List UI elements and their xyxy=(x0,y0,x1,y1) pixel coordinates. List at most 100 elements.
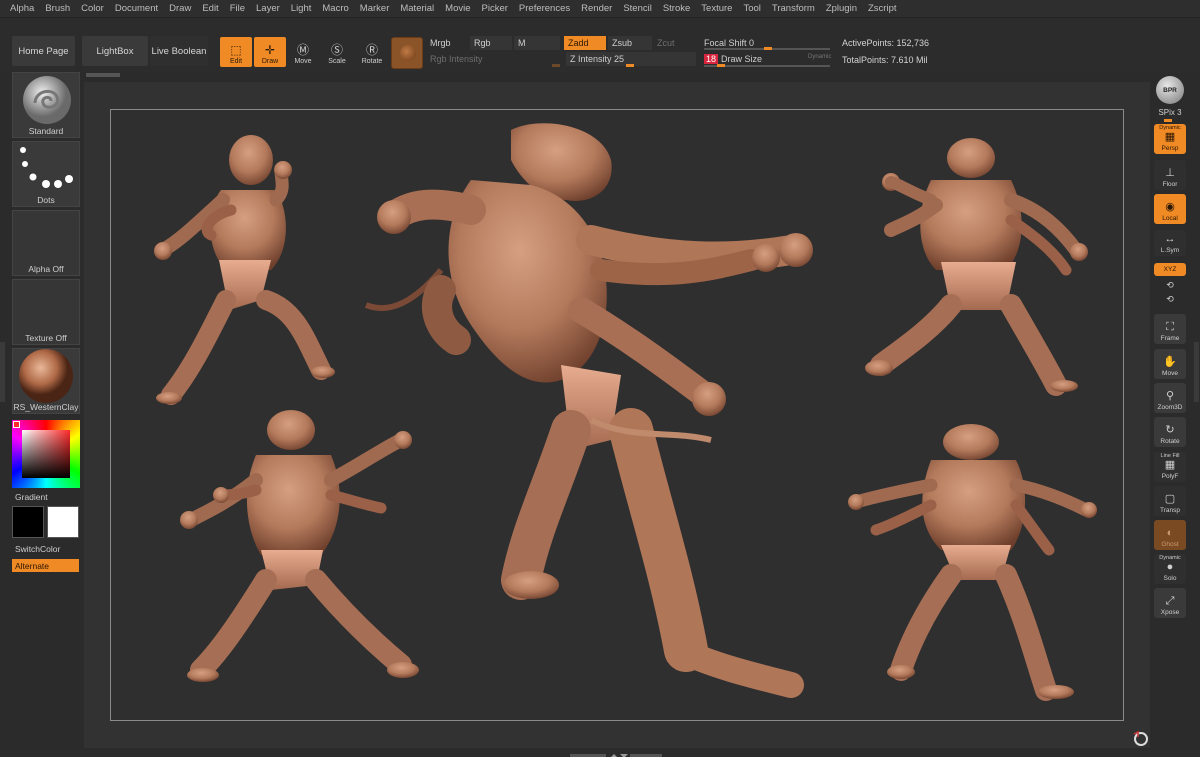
saturation-box[interactable] xyxy=(22,430,70,478)
menu-preferences[interactable]: Preferences xyxy=(519,3,570,14)
menu-texture[interactable]: Texture xyxy=(701,3,732,14)
move-view-button[interactable]: ✋ Move xyxy=(1154,349,1186,379)
dynamic-toggle[interactable]: Dynamic xyxy=(808,54,831,60)
persp-button[interactable]: Dynamic ▦ Persp xyxy=(1154,124,1186,154)
frame-button[interactable]: ⛶ Frame xyxy=(1154,314,1186,344)
focal-shift-knob[interactable] xyxy=(764,47,772,50)
menu-file[interactable]: File xyxy=(230,3,245,14)
polyf-button[interactable]: Line Fill ▦ PolyF xyxy=(1154,452,1186,482)
menu-light[interactable]: Light xyxy=(291,3,312,14)
rgb-intensity-knob[interactable] xyxy=(552,64,560,67)
menu-edit[interactable]: Edit xyxy=(202,3,218,14)
menu-layer[interactable]: Layer xyxy=(256,3,280,14)
canvas-scroll-tab[interactable] xyxy=(86,73,120,77)
solo-icon: ● xyxy=(1166,561,1174,573)
material-selector[interactable]: RS_WesternClay xyxy=(12,348,80,414)
z-intensity-knob[interactable] xyxy=(626,64,634,67)
polyframe-icon: ▦ xyxy=(1164,459,1176,471)
edit-button[interactable]: ⬚ Edit xyxy=(220,37,252,67)
material-swatch[interactable] xyxy=(391,37,423,69)
model-viewport[interactable] xyxy=(111,110,1123,720)
draw-size-knob[interactable] xyxy=(717,64,725,67)
zadd-button[interactable]: Zadd xyxy=(564,36,606,50)
zoom3d-button[interactable]: ⚲ Zoom3D xyxy=(1154,383,1186,413)
solo-button[interactable]: Dynamic ● Solo xyxy=(1154,554,1186,584)
menu-render[interactable]: Render xyxy=(581,3,612,14)
menu-zplugin[interactable]: Zplugin xyxy=(826,3,857,14)
home-page-button[interactable]: Home Page xyxy=(12,36,75,66)
menu-stencil[interactable]: Stencil xyxy=(623,3,652,14)
right-shelf: BPR SPix 3 Dynamic ▦ Persp ⊥ Floor ◉ Loc… xyxy=(1150,72,1200,757)
menu-alpha[interactable]: Alpha xyxy=(10,3,34,14)
spix-slider[interactable]: SPix 3 xyxy=(1150,108,1190,117)
move-button[interactable]: Ⓜ Move xyxy=(287,37,319,67)
rgb-button[interactable]: Rgb xyxy=(470,36,512,50)
ghost-button[interactable]: ◐ Ghost xyxy=(1154,520,1186,550)
rotate-button[interactable]: Ⓡ Rotate xyxy=(356,37,388,67)
menu-macro[interactable]: Macro xyxy=(322,3,348,14)
local-button[interactable]: ◉ Local xyxy=(1154,194,1186,224)
right-tray-handle[interactable] xyxy=(1194,342,1199,402)
stroke-selector[interactable]: Dots xyxy=(12,141,80,207)
active-points: ActivePoints: 152,736 xyxy=(842,38,930,48)
xpose-icon: ⤢ xyxy=(1165,595,1175,607)
main-color-swatch[interactable] xyxy=(47,506,79,538)
mrgb-button[interactable]: Mrgb xyxy=(426,36,468,50)
color-picker[interactable] xyxy=(12,420,80,488)
xyz-button[interactable]: XYZ xyxy=(1154,263,1186,276)
menu-draw[interactable]: Draw xyxy=(169,3,191,14)
menu-transform[interactable]: Transform xyxy=(772,3,815,14)
top-toolbar: Home Page LightBox Live Boolean ⬚ Edit ✛… xyxy=(0,18,1200,72)
hand-icon: ✋ xyxy=(1163,356,1177,368)
rotate-axis-alt-icon[interactable]: ⟲ xyxy=(1150,294,1190,305)
menu-color[interactable]: Color xyxy=(81,3,104,14)
live-boolean-button[interactable]: Live Boolean xyxy=(150,36,208,66)
menu-movie[interactable]: Movie xyxy=(445,3,470,14)
gradient-label[interactable]: Gradient xyxy=(15,492,48,502)
ghost-icon: ◐ xyxy=(1166,527,1174,539)
alpha-selector[interactable]: Alpha Off xyxy=(12,210,80,276)
spix-knob[interactable] xyxy=(1164,119,1172,122)
bpr-button[interactable]: BPR xyxy=(1156,76,1184,104)
m-button[interactable]: M xyxy=(514,36,560,50)
draw-button[interactable]: ✛ Draw xyxy=(254,37,286,67)
bottom-tray-handle[interactable] xyxy=(570,750,662,757)
transparency-icon: ▢ xyxy=(1164,493,1176,505)
menu-picker[interactable]: Picker xyxy=(482,3,508,14)
creature-figure-three-quarter[interactable] xyxy=(364,123,813,698)
menu-stroke[interactable]: Stroke xyxy=(663,3,690,14)
document-frame[interactable] xyxy=(110,109,1124,721)
zcut-button[interactable]: Zcut xyxy=(653,36,695,50)
zsub-button[interactable]: Zsub xyxy=(608,36,652,50)
standard-brush-icon xyxy=(23,76,71,124)
transp-button[interactable]: ▢ Transp xyxy=(1154,486,1186,516)
creature-figure-front[interactable] xyxy=(154,135,335,405)
creature-figure-back[interactable] xyxy=(865,138,1088,396)
menu-document[interactable]: Document xyxy=(115,3,158,14)
creature-figure-back-alt[interactable] xyxy=(848,424,1097,701)
viewport-canvas[interactable] xyxy=(84,73,1150,757)
lsym-button[interactable]: ↔ L.Sym xyxy=(1154,230,1186,256)
secondary-color-swatch[interactable] xyxy=(12,506,44,538)
left-tray-handle[interactable] xyxy=(0,342,5,402)
creature-figure-front-alt[interactable] xyxy=(180,410,419,682)
menu-brush[interactable]: Brush xyxy=(45,3,70,14)
menu-marker[interactable]: Marker xyxy=(360,3,390,14)
rgb-intensity-slider[interactable]: Rgb Intensity xyxy=(426,52,560,66)
xpose-button[interactable]: ⤢ Xpose xyxy=(1154,588,1186,618)
rotate-axis-icon[interactable]: ⟲ xyxy=(1150,280,1190,291)
rotate-view-button[interactable]: ↻ Rotate xyxy=(1154,417,1186,447)
refresh-icon[interactable] xyxy=(1132,730,1150,748)
magnifier-icon: ⚲ xyxy=(1165,390,1175,402)
texture-selector[interactable]: Texture Off xyxy=(12,279,80,345)
grid-icon: ▦ xyxy=(1164,131,1176,143)
menu-material[interactable]: Material xyxy=(400,3,434,14)
alternate-button[interactable]: Alternate xyxy=(12,559,79,572)
lightbox-button[interactable]: LightBox xyxy=(82,36,148,66)
scale-button[interactable]: Ⓢ Scale xyxy=(321,37,353,67)
floor-button[interactable]: ⊥ Floor xyxy=(1154,160,1186,190)
switch-color-button[interactable]: SwitchColor xyxy=(15,544,60,554)
menu-tool[interactable]: Tool xyxy=(743,3,760,14)
brush-selector[interactable]: Standard xyxy=(12,72,80,138)
menu-zscript[interactable]: Zscript xyxy=(868,3,897,14)
